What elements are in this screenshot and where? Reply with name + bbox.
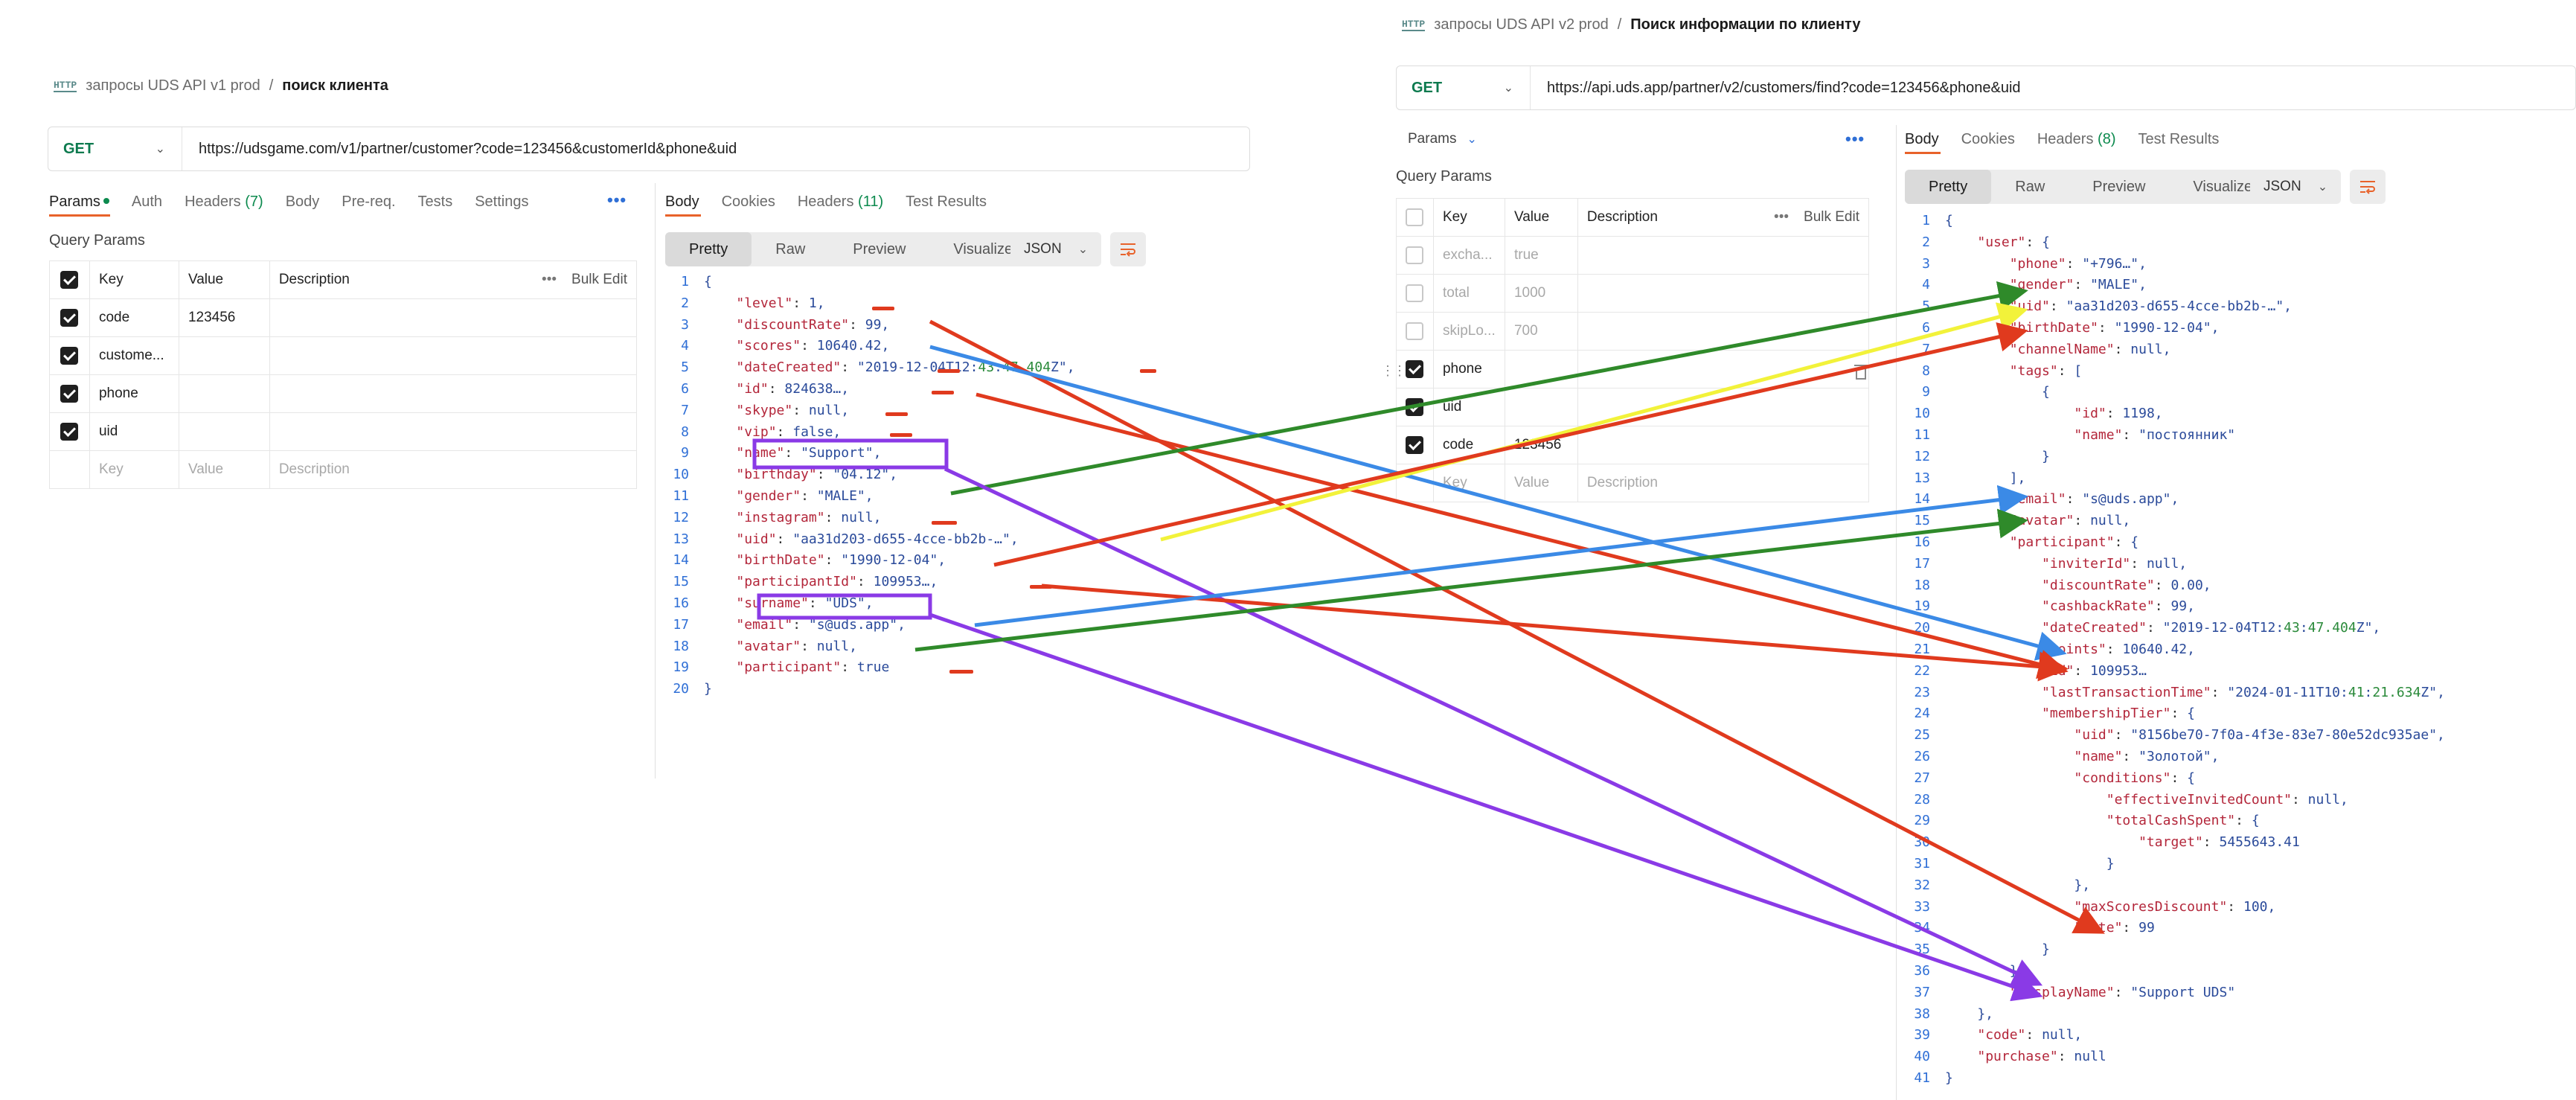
red-strike-mark: [890, 433, 912, 437]
surname-highlight-box: [757, 593, 932, 620]
red-strike-mark: [932, 521, 957, 525]
red-strike-mark: [885, 412, 908, 416]
arrow-name-to-displayname: [943, 467, 2043, 987]
red-strike-mark: [932, 391, 954, 394]
arrow-gender-to-gender: [950, 281, 2028, 496]
red-strike-mark: [1140, 369, 1156, 373]
arrow-surname-to-displayname: [929, 613, 2043, 1002]
red-strike-mark: [938, 369, 960, 373]
arrow-email-to-email: [974, 485, 2028, 627]
arrow-avatar-to-avatar: [914, 508, 2028, 652]
annotation-overlay: [752, 281, 2105, 1002]
red-strike-mark: [949, 670, 973, 674]
arrow-uid-to-uid: [1160, 302, 2028, 542]
red-strike-mark: [1030, 585, 1052, 589]
name-highlight-box: [752, 438, 949, 470]
red-strike-mark: [872, 307, 894, 310]
